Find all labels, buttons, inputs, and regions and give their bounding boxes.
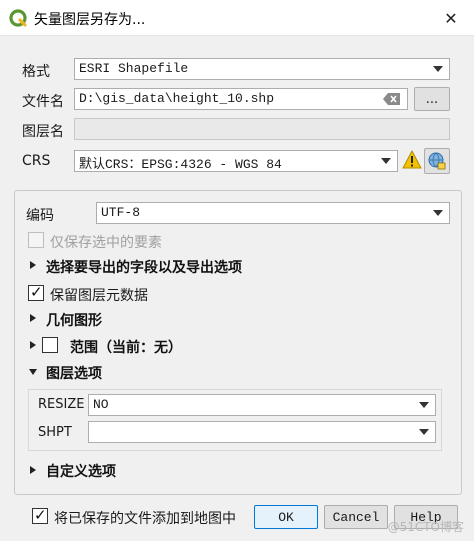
crs-label: CRS (22, 153, 51, 169)
title-bar: 矢量图层另存为... ✕ (0, 0, 474, 36)
add-to-map-label: 将已保存的文件添加到地图中 (54, 511, 236, 527)
chevron-down-icon (419, 429, 429, 435)
checkmark-icon: ✓ (30, 283, 43, 301)
format-value: ESRI Shapefile (79, 61, 189, 76)
geometry-section-label: 几何图形 (46, 313, 102, 329)
chevron-right-icon (30, 466, 36, 474)
filename-input[interactable]: D:\gis_data\height_10.shp (74, 88, 408, 110)
keep-metadata-checkbox[interactable]: ✓ (28, 283, 44, 301)
select-crs-button[interactable] (424, 148, 450, 174)
cancel-button[interactable]: Cancel (324, 505, 388, 529)
filename-label: 文件名 (22, 94, 64, 110)
encoding-value: UTF-8 (101, 205, 141, 220)
browse-button[interactable]: ... (414, 87, 450, 111)
qgis-logo-icon (9, 9, 27, 27)
resize-value: NO (93, 397, 109, 412)
custom-options-section-label: 自定义选项 (46, 464, 116, 480)
watermark: @51CTO博客 (387, 520, 464, 534)
ok-button[interactable]: OK (254, 505, 318, 529)
ok-label: OK (278, 509, 294, 525)
resize-label: RESIZE (38, 397, 85, 412)
layername-input (74, 118, 450, 140)
extent-checkbox[interactable] (42, 337, 58, 353)
window-title: 矢量图层另存为... (34, 12, 146, 28)
chevron-down-icon (419, 402, 429, 408)
close-icon: ✕ (444, 8, 458, 28)
chevron-down-icon (29, 369, 37, 375)
shpt-label: SHPT (38, 425, 72, 440)
filename-value: D:\gis_data\height_10.shp (79, 91, 275, 106)
clear-text-icon[interactable] (383, 93, 401, 105)
resize-select[interactable]: NO (88, 394, 436, 416)
chevron-right-icon (30, 261, 36, 269)
chevron-down-icon (433, 210, 443, 216)
crs-select[interactable]: 默认CRS：EPSG:4326 - WGS 84 (74, 150, 398, 172)
chevron-right-icon (30, 314, 36, 322)
chevron-down-icon (433, 66, 443, 72)
globe-projection-icon (428, 152, 446, 170)
checkmark-icon: ✓ (34, 506, 47, 524)
layer-options-section-label: 图层选项 (46, 366, 102, 382)
close-window-button[interactable]: ✕ (428, 0, 474, 36)
crs-value: 默认CRS：EPSG:4326 - WGS 84 (79, 157, 282, 172)
selected-only-label: 仅保存选中的要素 (50, 235, 162, 251)
encoding-label: 编码 (26, 208, 54, 224)
encoding-select[interactable]: UTF-8 (96, 202, 450, 224)
format-select[interactable]: ESRI Shapefile (74, 58, 450, 80)
add-to-map-checkbox[interactable]: ✓ (32, 506, 48, 524)
fields-section-label: 选择要导出的字段以及导出选项 (46, 260, 242, 276)
chevron-down-icon (381, 158, 391, 164)
cancel-label: Cancel (332, 509, 380, 525)
warning-icon (402, 150, 422, 169)
layername-label: 图层名 (22, 124, 64, 140)
extent-section-label: 范围（当前：无） (70, 340, 182, 356)
format-label: 格式 (22, 64, 50, 80)
chevron-right-icon (30, 341, 36, 349)
browse-label: ... (425, 91, 439, 107)
keep-metadata-label: 保留图层元数据 (50, 288, 148, 304)
shpt-select[interactable] (88, 421, 436, 443)
selected-only-checkbox (28, 232, 44, 248)
